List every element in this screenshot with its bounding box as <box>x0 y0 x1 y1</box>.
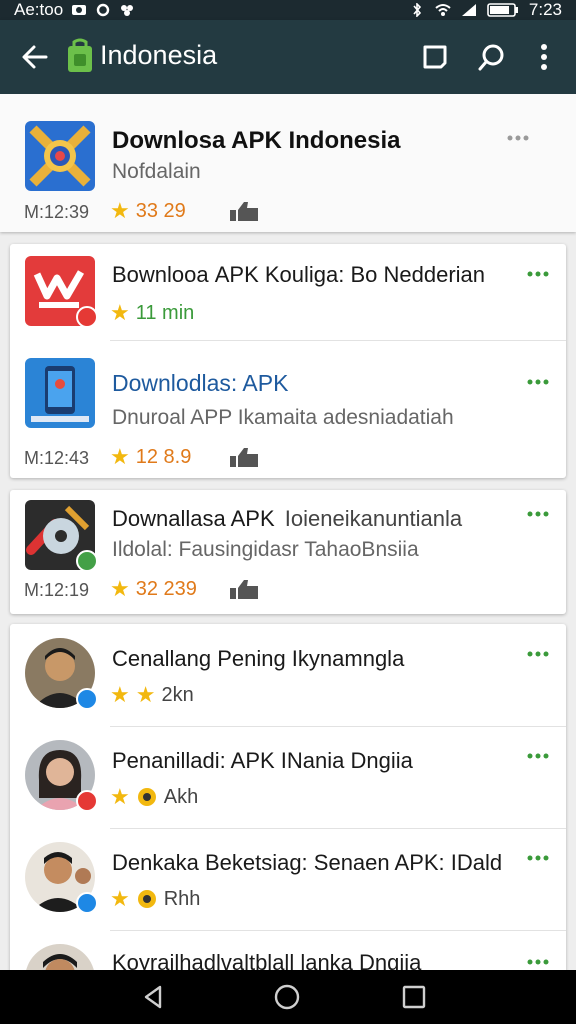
app-rating: ★ 33 29 <box>110 198 186 224</box>
status-badge <box>76 892 98 914</box>
person-rating: ★ ★ 2kn <box>110 682 194 708</box>
store-logo-icon <box>68 38 92 72</box>
app-list: Downlosa APK Indonesia Nofdalain M:12:39… <box>0 94 576 970</box>
featured-card: Downlosa APK Indonesia Nofdalain M:12:39… <box>0 94 576 232</box>
person-title: Denkaka Beketsiag: Senaen APK: IDald <box>112 850 503 875</box>
list-item[interactable]: Denkaka Beketsiag: Senaen APK: IDald ★ R… <box>10 828 566 930</box>
video-icon <box>72 5 87 15</box>
more-options-icon[interactable] <box>526 510 550 518</box>
more-options-icon[interactable] <box>526 958 550 966</box>
rating-value: 33 29 <box>135 199 186 222</box>
more-vert-icon[interactable] <box>528 41 560 73</box>
app-title-suffix: Ioieneikanuntianla <box>284 506 463 531</box>
app-rating: ★ 11 min <box>110 300 194 326</box>
star-icon: ★ <box>110 576 130 601</box>
rating-value: Akh <box>163 785 199 808</box>
person-title: Koyrailhadlvaltblall lanka Dngiia <box>112 950 422 970</box>
person-rating: ★ Rhh <box>110 886 200 912</box>
star-icon: ★ <box>110 444 130 469</box>
star-icon: ★ <box>110 682 130 707</box>
rating-value: 32 239 <box>135 577 197 600</box>
status-time: 7:23 <box>528 0 562 19</box>
star-icon: ★ <box>110 886 130 911</box>
page-title: Indonesia <box>100 40 218 70</box>
battery-icon <box>487 3 518 17</box>
thumbs-up-icon[interactable] <box>228 200 262 222</box>
app-title: Downlodlas: APK <box>112 370 289 396</box>
app-icon <box>25 121 95 191</box>
status-carrier-text: Ae:too <box>14 0 64 19</box>
clover-icon <box>121 5 134 16</box>
rating-value: 11 min <box>135 301 195 324</box>
search-icon[interactable] <box>476 41 508 73</box>
home-nav-icon[interactable] <box>273 983 301 1011</box>
bluetooth-icon <box>413 3 421 17</box>
recents-nav-icon[interactable] <box>400 983 428 1011</box>
list-item[interactable]: Penanilladi: APK INania Dngiia ★ Akh <box>10 726 566 828</box>
emoji-icon <box>137 890 156 908</box>
app-size: M:12:43 <box>24 448 90 468</box>
app-card: Downallasa APK Ioieneikanuntianla Ildola… <box>10 490 566 614</box>
bookmark-icon[interactable] <box>419 41 451 73</box>
star-icon: ★ <box>110 300 130 325</box>
back-nav-icon[interactable] <box>140 983 168 1011</box>
app-rating: ★ 12 8.9 <box>110 444 191 470</box>
app-title: Downallasa APK Ioieneikanuntianla <box>112 506 462 532</box>
more-options-icon[interactable] <box>506 134 530 142</box>
list-item[interactable]: Koyrailhadlvaltblall lanka Dngiia <box>10 930 566 970</box>
more-options-icon[interactable] <box>526 650 550 658</box>
more-options-icon[interactable] <box>526 752 550 760</box>
rating-value: 12 8.9 <box>135 445 192 468</box>
more-options-icon[interactable] <box>526 378 550 386</box>
navigation-bar <box>0 970 576 1024</box>
app-rating: ★ 32 239 <box>110 576 197 602</box>
star-icon: ★ <box>110 198 130 223</box>
star-icon: ★ <box>110 784 130 809</box>
list-item[interactable]: Cenallang Pening Ikynamngla ★ ★ 2kn <box>10 624 566 726</box>
app-size: M:12:19 <box>24 580 90 600</box>
app-title: Downlosa APK Indonesia <box>112 127 401 154</box>
settings-icon <box>96 3 110 17</box>
app-subtitle: Dnuroal APP Ikamaita adesniadatiah <box>112 406 454 429</box>
list-item[interactable]: Downlodlas: APK Dnuroal APP Ikamaita ade… <box>10 340 566 478</box>
people-card: Cenallang Pening Ikynamngla ★ ★ 2kn Pena… <box>10 624 566 970</box>
status-badge <box>76 688 98 710</box>
star-icon: ★ <box>135 682 156 707</box>
emoji-icon <box>137 788 156 806</box>
app-subtitle: Ildolal: Fausingidasr TahaoBnsiia <box>112 538 419 561</box>
person-title: Cenallang Pening Ikynamngla <box>112 646 405 671</box>
rating-value: 2kn <box>161 683 194 706</box>
list-item[interactable]: Downallasa APK Ioieneikanuntianla Ildola… <box>10 490 566 614</box>
signal-icon <box>461 4 476 16</box>
avatar <box>25 944 95 970</box>
person-rating: ★ Akh <box>110 784 198 810</box>
wifi-icon <box>435 4 451 16</box>
app-bar: Indonesia <box>0 20 576 94</box>
list-item[interactable]: Downlosa APK Indonesia Nofdalain M:12:39… <box>0 94 556 232</box>
status-badge <box>76 306 98 328</box>
person-title: Penanilladi: APK INania Dngiia <box>112 748 413 773</box>
status-badge <box>76 790 98 812</box>
app-card: Bownlooа APK Kouliga: Bo Nedderian ★ 11 … <box>10 244 566 478</box>
thumbs-up-icon[interactable] <box>228 446 262 468</box>
list-item[interactable]: Bownlooа APK Kouliga: Bo Nedderian ★ 11 … <box>10 244 566 340</box>
app-title-main: Downallasa APK <box>112 506 275 531</box>
rating-value: Rhh <box>163 887 201 910</box>
thumbs-up-icon[interactable] <box>228 578 262 600</box>
app-subtitle: Nofdalain <box>112 160 201 183</box>
app-icon <box>25 358 95 428</box>
more-options-icon[interactable] <box>526 270 550 278</box>
app-title: Bownlooа APK Kouliga: Bo Nedderian <box>112 262 486 287</box>
status-badge <box>76 550 98 572</box>
status-bar: Ae:too 7:23 <box>0 0 576 20</box>
app-size: M:12:39 <box>24 202 90 222</box>
back-arrow-icon[interactable] <box>18 40 52 74</box>
more-options-icon[interactable] <box>526 854 550 862</box>
